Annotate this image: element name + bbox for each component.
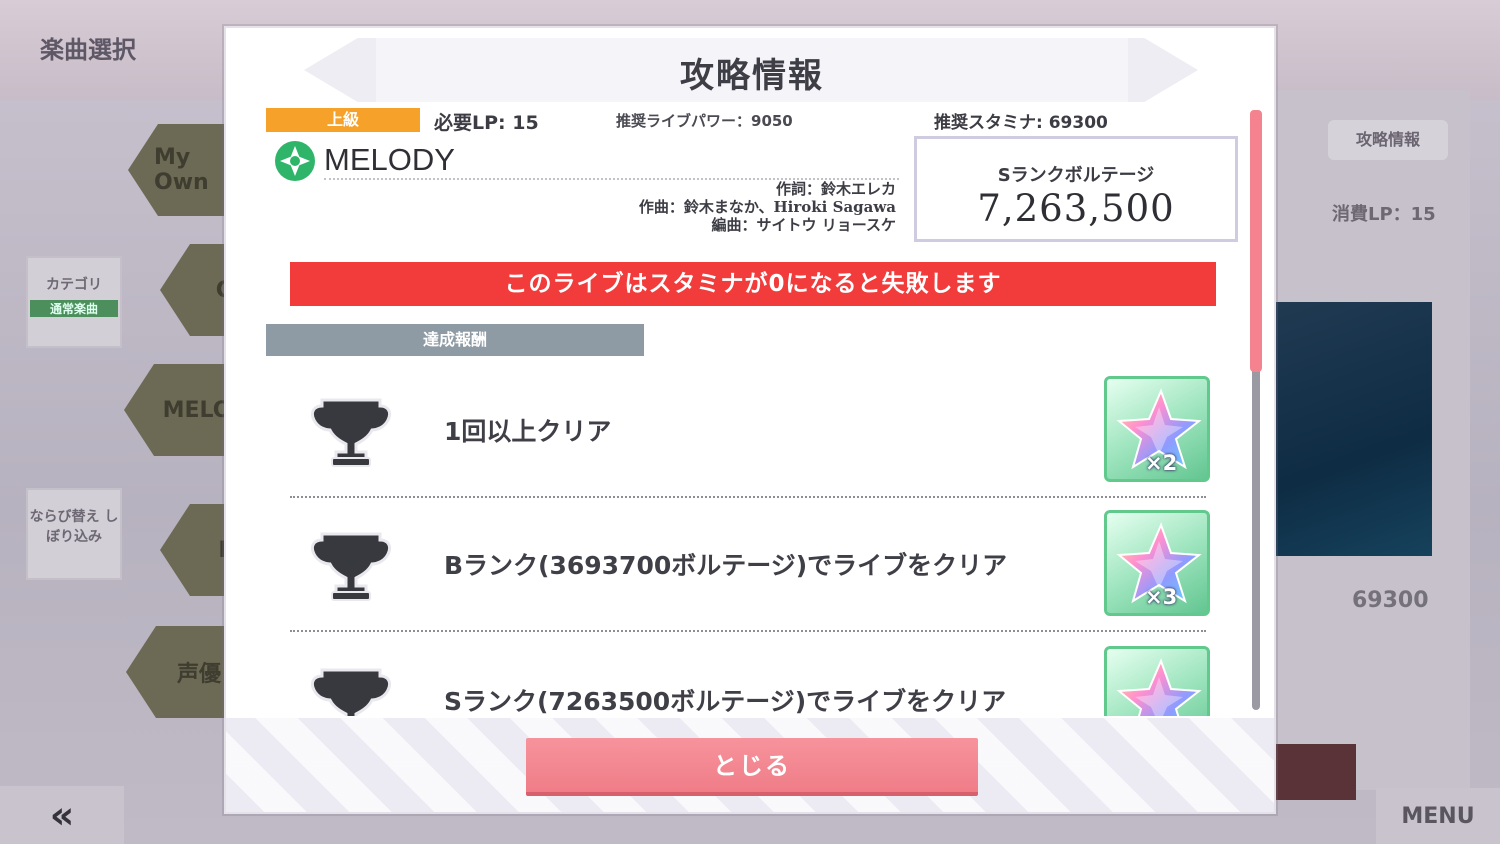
song-credits: 作詞：鈴木エレカ 作曲：鈴木まなか、Hiroki Sagawa 編曲：サイトウ …: [639, 180, 896, 234]
mission-row: Sランク(7263500ボルテージ)でライブをクリア: [290, 638, 1210, 716]
recommended-stamina: 推奨スタミナ: 69300: [934, 113, 1108, 133]
mission-label: Bランク(3693700ボルテージ)でライブをクリア: [444, 551, 1008, 580]
trophy-icon: [310, 668, 392, 716]
required-lp: 必要LP: 15: [434, 112, 539, 134]
s-rank-voltage-label: Sランクボルテージ: [997, 165, 1155, 186]
reward-quantity: ×3: [1145, 585, 1178, 609]
composer-credit: 作曲：鈴木まなか、Hiroki Sagawa: [638, 198, 896, 216]
s-rank-voltage-value: 7,263,500: [977, 187, 1175, 230]
recommended-live-power: 推奨ライブパワー：9050: [616, 112, 793, 130]
menu-button[interactable]: MENU: [1376, 788, 1500, 844]
mission-list[interactable]: 1回以上クリア ×2 Bランク(3693700ボルテージ)でライブをクリア ×3…: [226, 368, 1274, 716]
category-filter-button[interactable]: カテゴリ 通常楽曲: [26, 256, 122, 348]
category-label: カテゴリ: [46, 277, 102, 293]
reward-quantity: ×2: [1145, 451, 1178, 475]
difficulty-badge: 上級: [266, 108, 420, 132]
reward-item[interactable]: ×3: [1104, 510, 1210, 616]
background-start-button[interactable]: [1276, 744, 1356, 800]
reward-item[interactable]: ×2: [1104, 376, 1210, 482]
trophy-icon: [310, 532, 392, 601]
mission-divider: [290, 496, 1206, 498]
reward-item[interactable]: [1104, 646, 1210, 716]
mission-label: Sランク(7263500ボルテージ)でライブをクリア: [444, 687, 1007, 716]
mission-row: 1回以上クリア ×2: [290, 368, 1210, 502]
trophy-icon: [310, 398, 392, 467]
stamina-warning-banner: このライブはスタミナが0になると失敗します: [290, 262, 1216, 306]
scrollbar-thumb[interactable]: [1250, 110, 1262, 372]
mission-divider: [290, 630, 1206, 632]
arranger-credit: 編曲：サイトウ リョースケ: [711, 216, 896, 234]
s-rank-voltage-box: Sランクボルテージ 7,263,500: [914, 136, 1238, 242]
sort-filter-button[interactable]: ならび替え しぼり込み: [26, 488, 122, 580]
category-value: 通常楽曲: [30, 300, 118, 317]
lyricist-credit: 作詞：鈴木エレカ: [775, 180, 896, 198]
mission-label: 1回以上クリア: [444, 417, 612, 446]
dialog-title: 攻略情報: [680, 56, 824, 96]
background-song-detail-panel: 攻略情報 消費LP：15 69300: [1276, 90, 1470, 800]
mission-row: Bランク(3693700ボルテージ)でライブをクリア ×3: [290, 502, 1210, 636]
strategy-info-dialog: 攻略情報 上級 必要LP: 15 推奨ライブパワー：9050 推奨スタミナ: 6…: [224, 26, 1276, 814]
background-screen-title: 楽曲選択: [40, 36, 136, 64]
background-stamina: 69300: [1352, 588, 1429, 613]
background-song-preview: [1276, 302, 1432, 556]
star-gem-icon: [1116, 658, 1202, 716]
background-info-button[interactable]: 攻略情報: [1328, 120, 1448, 160]
close-button[interactable]: とじる: [526, 738, 978, 796]
group-logo-icon: [275, 141, 315, 181]
back-button[interactable]: «: [0, 786, 124, 844]
reward-section-header: 達成報酬: [266, 324, 644, 356]
song-title: MELODY: [324, 142, 455, 177]
background-lp: 消費LP：15: [1332, 204, 1436, 225]
